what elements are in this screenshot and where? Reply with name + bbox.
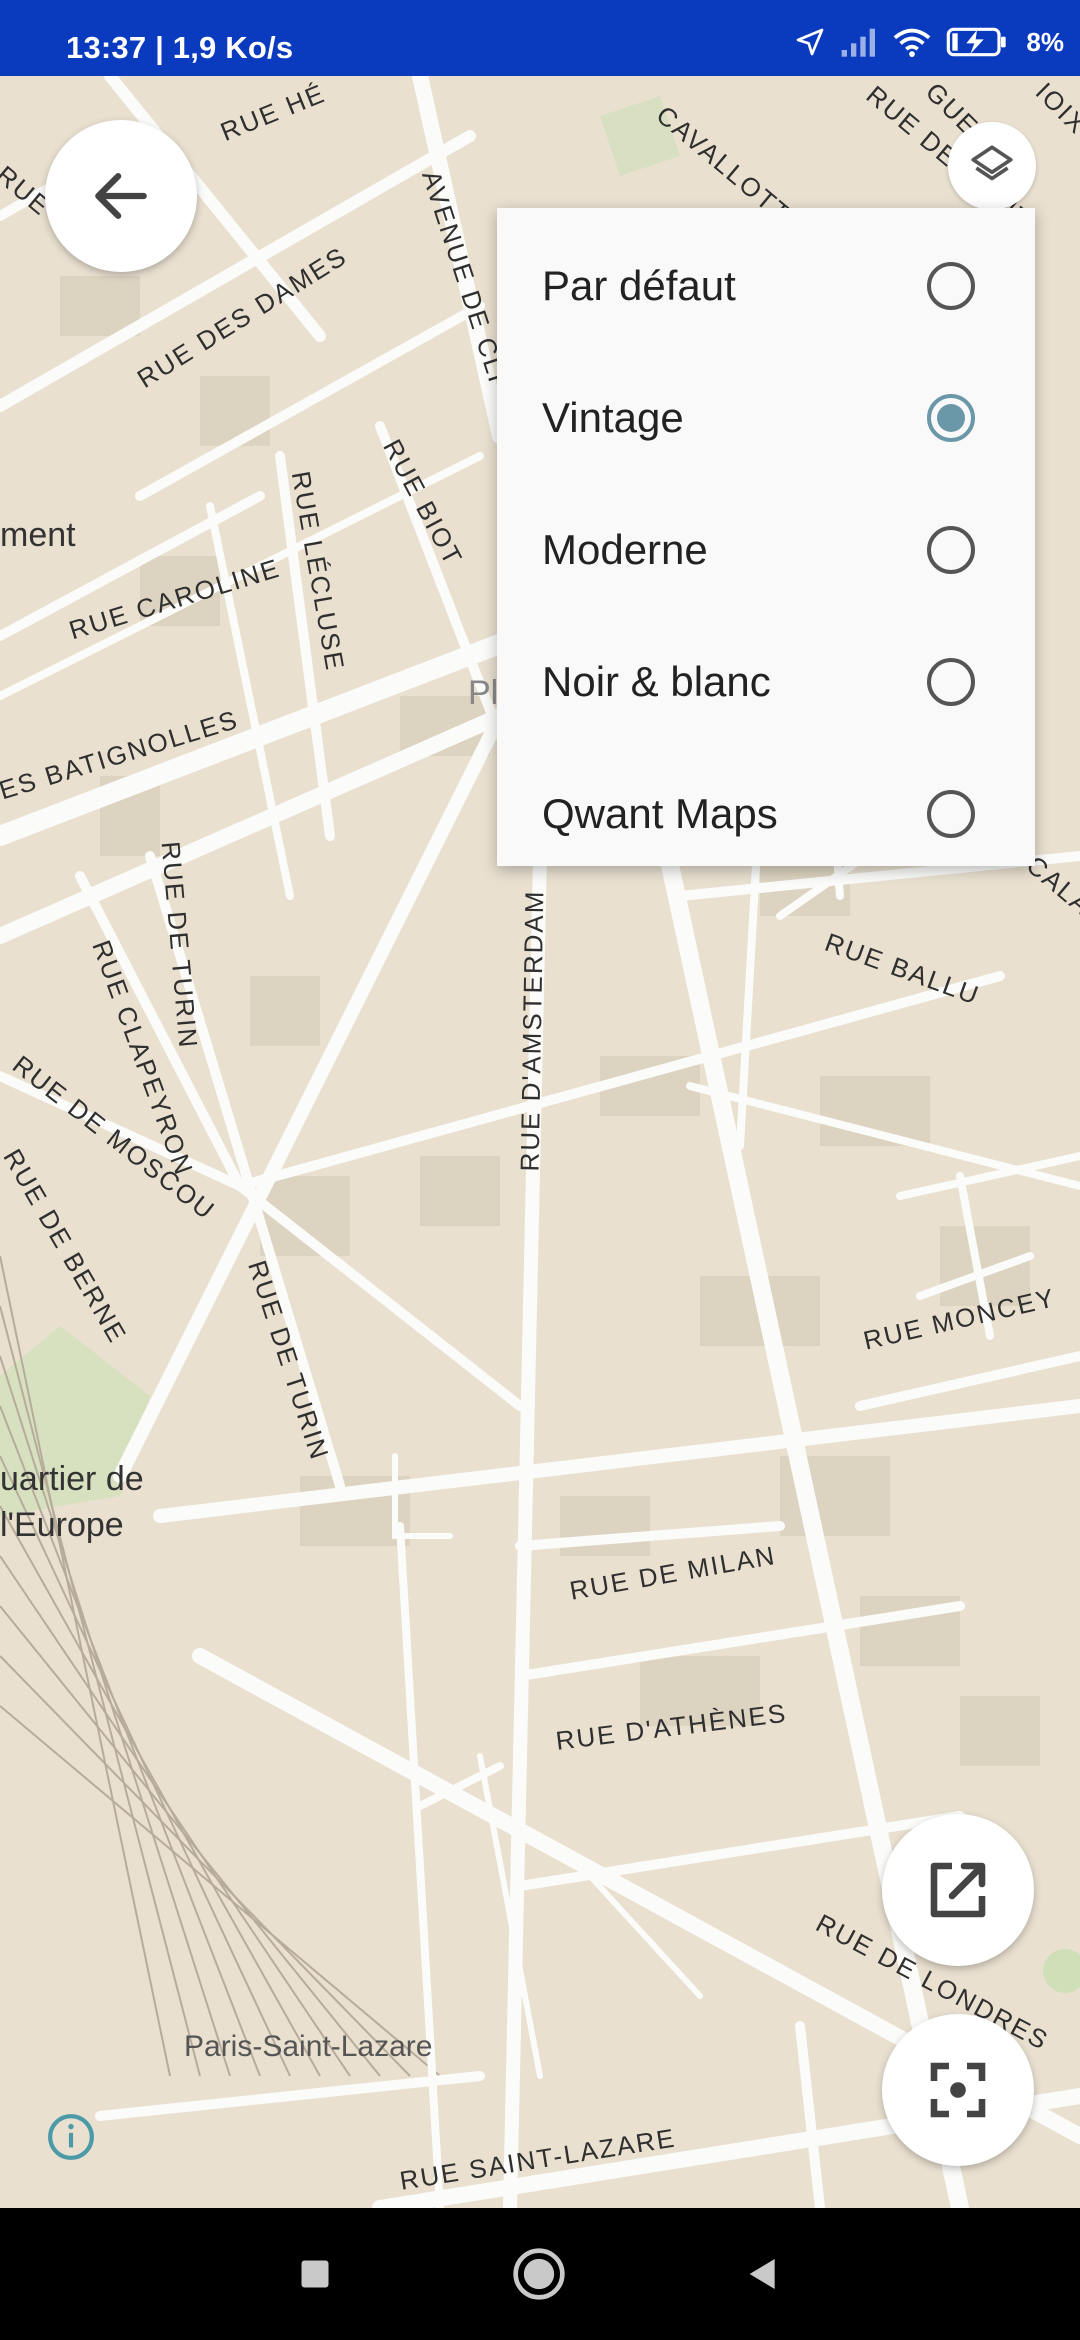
- layers-button[interactable]: [948, 122, 1036, 210]
- radio-button[interactable]: [927, 262, 975, 310]
- open-external-icon: [930, 1862, 986, 1918]
- menu-item-vintage[interactable]: Vintage: [497, 352, 1035, 484]
- wifi-icon: [894, 28, 931, 57]
- map-style-menu: Par défaut Vintage Moderne Noir & blanc …: [497, 208, 1035, 866]
- back-nav-button[interactable]: [735, 2246, 791, 2302]
- street-label: RUE D'AMSTERDAM: [514, 889, 550, 1172]
- home-button[interactable]: [511, 2246, 567, 2302]
- recent-apps-button[interactable]: [287, 2246, 343, 2302]
- radio-button[interactable]: [927, 526, 975, 574]
- menu-item-par-defaut[interactable]: Par défaut: [497, 220, 1035, 352]
- arrow-left-icon: [95, 173, 147, 219]
- info-icon[interactable]: [46, 2112, 96, 2162]
- area-label: ment: [0, 516, 76, 554]
- menu-item-label: Noir & blanc: [542, 658, 771, 705]
- area-label: l'Europe: [0, 1506, 124, 1544]
- area-label: uartier de: [0, 1460, 144, 1498]
- center-map-button[interactable]: [882, 2014, 1034, 2166]
- menu-item-qwant-maps[interactable]: Qwant Maps: [497, 748, 1035, 880]
- center-focus-icon: [930, 2062, 986, 2118]
- back-triangle-icon: [749, 2259, 775, 2289]
- system-navigation-bar: [0, 2208, 1080, 2340]
- home-icon: [513, 2248, 565, 2300]
- signal-icon: [842, 28, 876, 57]
- back-button[interactable]: [45, 120, 197, 272]
- radio-button[interactable]: [927, 790, 975, 838]
- radio-button[interactable]: [927, 658, 975, 706]
- open-external-button[interactable]: [882, 1814, 1034, 1966]
- battery-charging-icon: [947, 27, 1007, 57]
- menu-item-noir-blanc[interactable]: Noir & blanc: [497, 616, 1035, 748]
- radio-button-selected[interactable]: [927, 394, 975, 442]
- menu-item-label: Moderne: [542, 526, 708, 573]
- station-label: Paris-Saint-Lazare: [184, 2030, 433, 2063]
- location-arrow-icon: [797, 28, 824, 56]
- menu-item-moderne[interactable]: Moderne: [497, 484, 1035, 616]
- status-bar: 13:37 | 1,9 Ko/s 8%: [0, 0, 1080, 76]
- menu-item-label: Par défaut: [542, 262, 736, 309]
- recent-apps-icon: [301, 2260, 329, 2288]
- layers-icon: [971, 145, 1013, 181]
- menu-item-label: Qwant Maps: [542, 790, 778, 837]
- menu-item-label: Vintage: [542, 394, 684, 441]
- battery-percentage: 8%: [1026, 26, 1064, 57]
- status-time-speed: 13:37 | 1,9 Ko/s: [66, 30, 294, 65]
